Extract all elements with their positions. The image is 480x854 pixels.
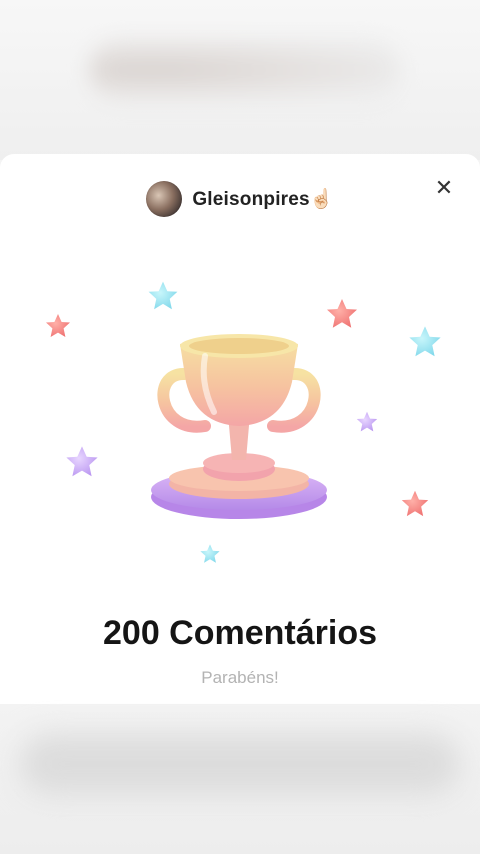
blurred-content (90, 40, 400, 100)
trophy-icon (151, 334, 327, 519)
star-icon (327, 299, 357, 328)
username-emoji: ☝🏻 (309, 189, 334, 210)
star-icon (356, 411, 378, 432)
star-icon (46, 314, 70, 337)
background-bottom (0, 704, 480, 854)
close-button[interactable]: ✕ (430, 174, 458, 202)
achievement-sheet: Gleisonpires☝🏻 ✕ 200 Comentários Parabén… (0, 154, 480, 704)
trophy-illustration (46, 281, 441, 563)
star-icon (148, 281, 178, 310)
avatar[interactable] (146, 181, 183, 217)
star-icon (401, 490, 429, 517)
star-icon (409, 326, 441, 357)
background-top (0, 0, 480, 160)
achievement-title: 200 Comentários (103, 614, 377, 652)
blurred-content (20, 734, 460, 794)
username-text: Gleisonpires (192, 189, 310, 210)
username[interactable]: Gleisonpires☝🏻 (192, 187, 333, 211)
close-icon: ✕ (434, 175, 454, 200)
sheet-header: Gleisonpires☝🏻 (0, 178, 480, 220)
star-icon (200, 544, 220, 563)
star-icon (66, 446, 98, 477)
achievement-subtitle: Parabéns! (201, 668, 279, 687)
